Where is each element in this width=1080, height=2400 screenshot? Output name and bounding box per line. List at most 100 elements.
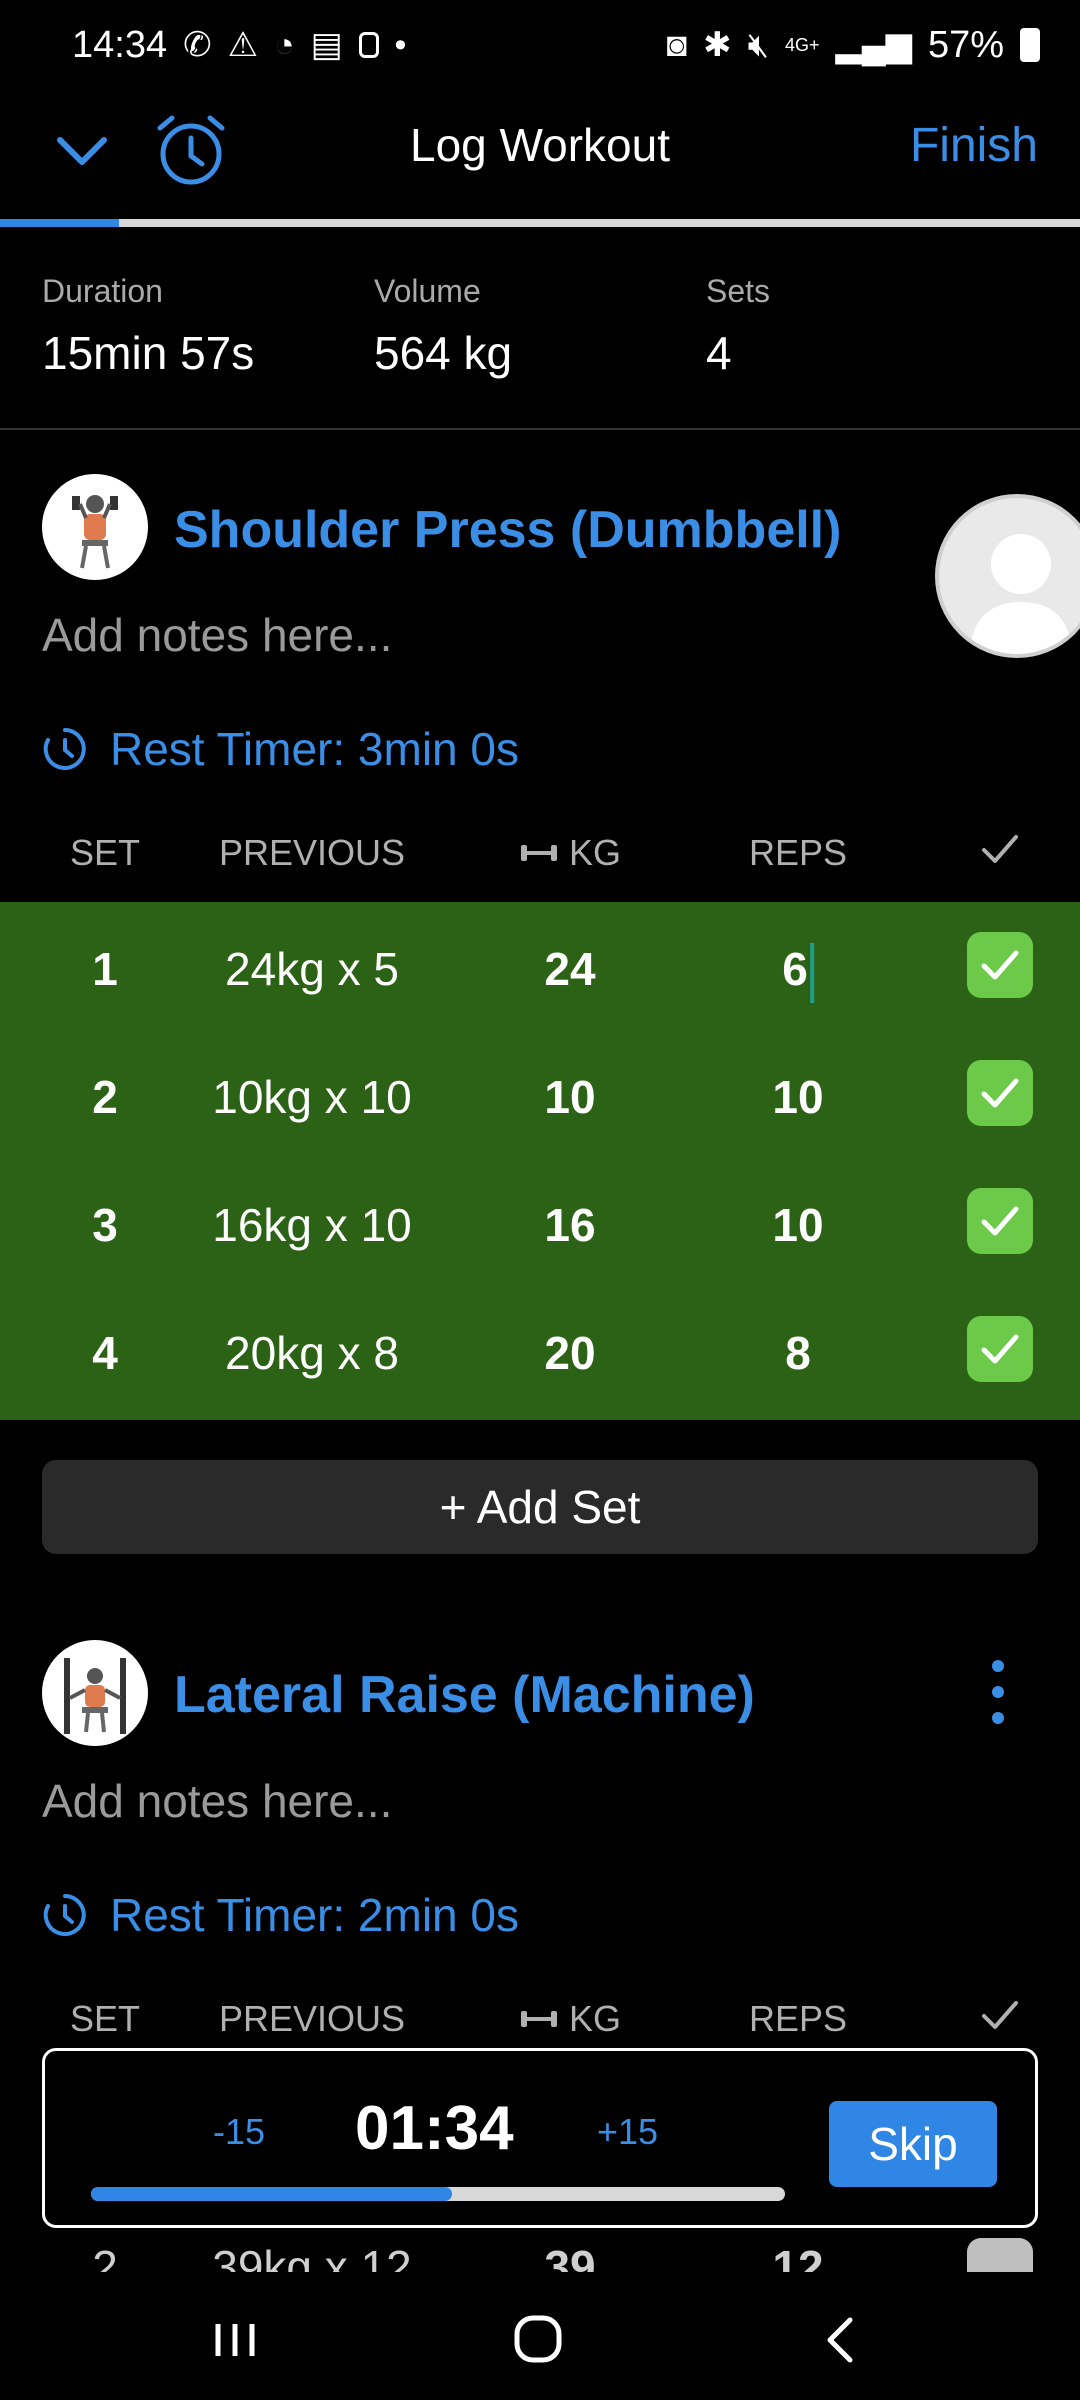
calendar-icon: ▤ <box>310 26 343 64</box>
timer-icon <box>43 1894 86 1936</box>
set-reps-value: 6 <box>782 943 808 995</box>
rest-timer-overlay: -15 01:34 +15 Skip <box>42 2048 1038 2228</box>
col-kg: KG <box>519 832 621 874</box>
col-kg-label: KG <box>568 1998 622 2039</box>
check-icon <box>982 2001 1018 2029</box>
duration-value: 15min 57s <box>42 327 255 379</box>
set-complete-checkbox[interactable] <box>967 932 1033 998</box>
messenger-icon: ◔ <box>274 26 295 64</box>
duration-label: Duration <box>42 273 163 309</box>
timer-icon <box>43 728 86 770</box>
col-check <box>980 1998 1020 2032</box>
volume-value: 564 kg <box>374 327 513 379</box>
exercise-name[interactable]: Shoulder Press (Dumbbell) <box>174 500 841 560</box>
battery-icon <box>1020 28 1040 62</box>
workout-progress-fill <box>0 219 119 227</box>
set-previous[interactable]: 20kg x 8 <box>225 1326 399 1380</box>
data-saver-icon: ◙ <box>666 26 688 64</box>
set-previous[interactable]: 10kg x 10 <box>212 1070 411 1124</box>
back-icon[interactable] <box>806 2310 876 2370</box>
col-check <box>980 832 1020 866</box>
more-vertical-icon[interactable] <box>980 1652 1016 1732</box>
set-table: 1 24kg x 5 24 6 2 10kg x 10 10 10 3 16kg… <box>0 902 1080 1420</box>
set-row: 3 16kg x 10 16 10 <box>0 1158 1080 1286</box>
status-left: 14:34 ✆ ⚠ ◔ ▤ • <box>72 24 406 67</box>
col-reps: REPS <box>748 832 848 873</box>
volume-label: Volume <box>374 273 481 309</box>
set-number[interactable]: 4 <box>92 1326 118 1380</box>
rest-timer-button[interactable]: Rest Timer: 2min 0s <box>42 1888 519 1942</box>
avatar[interactable] <box>935 494 1080 658</box>
set-row: 2 10kg x 10 10 10 <box>0 1030 1080 1158</box>
col-set: SET <box>69 832 141 873</box>
exercise-thumbnail[interactable] <box>42 1640 148 1746</box>
set-number[interactable]: 2 <box>92 1070 118 1124</box>
set-complete-checkbox[interactable] <box>967 2238 1033 2272</box>
set-complete-checkbox[interactable] <box>967 1060 1033 1126</box>
set-number[interactable]: 2 <box>92 2240 118 2272</box>
system-nav-bar <box>0 2272 1080 2400</box>
status-time: 14:34 <box>72 23 168 66</box>
notes-input[interactable]: Add notes here... <box>42 608 392 662</box>
status-bar: 14:34 ✆ ⚠ ◔ ▤ • ◙ ✱ 🔇︎ 4G+ ▂▄▆ 57% <box>0 0 1080 90</box>
col-kg-label: KG <box>568 832 622 873</box>
home-icon[interactable] <box>503 2310 573 2370</box>
stat-duration: Duration 15min 57s <box>42 273 254 380</box>
set-kg-input[interactable]: 16 <box>544 1198 595 1252</box>
col-reps: REPS <box>748 1998 848 2039</box>
set-reps-input[interactable]: 10 <box>772 1198 823 1252</box>
stat-sets: Sets 4 <box>706 273 770 380</box>
set-reps-input[interactable]: 10 <box>772 1070 823 1124</box>
set-kg-input[interactable]: 10 <box>544 1070 595 1124</box>
set-row: 4 20kg x 8 20 8 <box>0 1286 1080 1414</box>
col-previous: PREVIOUS <box>218 1998 406 2039</box>
dumbbell-icon <box>520 2011 557 2027</box>
set-previous[interactable]: 24kg x 5 <box>225 942 399 996</box>
notes-input[interactable]: Add notes here... <box>42 1774 392 1828</box>
exercise-thumbnail[interactable] <box>42 474 148 580</box>
check-icon <box>981 950 1019 980</box>
set-reps-input[interactable]: 6 <box>782 942 814 1003</box>
minus-15-button[interactable]: -15 <box>213 2111 265 2153</box>
set-kg-input[interactable]: 20 <box>544 1326 595 1380</box>
app-header: Log Workout Finish <box>0 90 1080 220</box>
rest-timer-progress <box>91 2187 785 2201</box>
exercise-name[interactable]: Lateral Raise (Machine) <box>174 1665 755 1725</box>
set-complete-checkbox[interactable] <box>967 1188 1033 1254</box>
set-table-header: SET PREVIOUS KG REPS <box>0 832 1080 892</box>
person-silhouette-icon <box>969 534 1073 654</box>
check-icon <box>981 1206 1019 1236</box>
add-set-button[interactable]: + Add Set <box>42 1460 1038 1554</box>
set-reps-input[interactable]: 8 <box>785 1326 811 1380</box>
sets-value: 4 <box>706 327 732 379</box>
col-kg: KG <box>519 1998 621 2040</box>
set-number[interactable]: 3 <box>92 1198 118 1252</box>
set-reps-input[interactable]: 12 <box>772 2240 823 2272</box>
set-previous[interactable]: 39kg x 12 <box>212 2240 411 2272</box>
rest-timer-button[interactable]: Rest Timer: 3min 0s <box>42 722 519 776</box>
check-icon <box>982 835 1018 863</box>
recents-icon[interactable] <box>200 2310 270 2370</box>
sets-label: Sets <box>706 273 771 309</box>
set-kg-input[interactable]: 39 <box>544 2240 595 2272</box>
workout-progress-bar <box>0 219 1080 227</box>
set-kg-input[interactable]: 24 <box>544 942 595 996</box>
workout-stats: Duration 15min 57s Volume 564 kg Sets 4 <box>0 228 1080 430</box>
text-cursor <box>809 942 814 1003</box>
battery-percent: 57% <box>927 23 1004 66</box>
mute-icon: 🔇︎ <box>747 26 770 64</box>
set-number[interactable]: 1 <box>92 942 118 996</box>
app-badge-icon <box>358 32 379 58</box>
skip-button[interactable]: Skip <box>829 2101 997 2187</box>
set-complete-checkbox[interactable] <box>967 1316 1033 1382</box>
check-icon <box>981 1334 1019 1364</box>
finish-button[interactable]: Finish <box>910 118 1038 173</box>
check-icon <box>981 1078 1019 1108</box>
bluetooth-icon: ✱ <box>703 26 732 64</box>
plus-15-button[interactable]: +15 <box>597 2111 658 2153</box>
rest-timer-countdown: 01:34 <box>355 2094 514 2163</box>
set-row: 1 24kg x 5 24 6 <box>0 902 1080 1030</box>
notification-dot-icon: • <box>394 26 407 64</box>
col-set: SET <box>69 1998 141 2039</box>
set-previous[interactable]: 16kg x 10 <box>212 1198 411 1252</box>
